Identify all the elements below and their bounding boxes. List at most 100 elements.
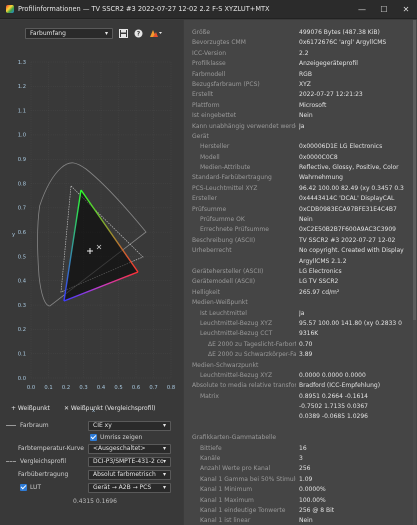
- properties-scrollbar[interactable]: [413, 20, 416, 525]
- y-tick-label: 0.3: [18, 303, 26, 309]
- lut-row: LUT Gerät → A2B → PCS ▾: [0, 482, 183, 493]
- property-key: Leuchtmittel-Bezug XYZ: [200, 319, 273, 327]
- property-key: Kann unabhängig verwendet werden: [192, 122, 296, 130]
- lut-select-value: Gerät → A2B → PCS: [93, 484, 152, 491]
- property-row: Kanal 1 Minimum 0.0000%: [184, 485, 417, 495]
- gamut-plot-svg: 0.0 0.1 0.2 0.3 0.4 0.5 0.6 0.7 0.8 0.9 1.0 1.1 1.2 1…: [12, 60, 175, 414]
- property-key: Beschreibung (ASCII): [192, 236, 256, 244]
- property-row: ICC-Version 2.2: [184, 49, 417, 59]
- property-value: Reflective, Glossy, Positive, Color: [299, 164, 399, 172]
- y-tick-label: 0.7: [18, 206, 26, 212]
- property-key: Prüfsumme OK: [200, 216, 245, 224]
- property-value: No copyright. Created with Display: [299, 247, 404, 255]
- property-key: Kanal 1 eindeutige Tonwerte: [200, 506, 286, 514]
- property-row: Leuchtmittel-Bezug CCT 9316K: [184, 329, 417, 339]
- colortemp-select[interactable]: <Ausgeschaltet> ▾: [88, 443, 171, 454]
- view-select[interactable]: Farbumfang ▾: [25, 27, 113, 39]
- lut-checkbox[interactable]: [20, 484, 27, 491]
- gamut-options-icon[interactable]: [149, 29, 163, 38]
- chevron-down-icon: ▾: [104, 29, 108, 37]
- property-row: PCS-Leuchtmittel XYZ 96.42 100.00 82.49 (…: [184, 184, 417, 194]
- property-value: 2.2: [299, 49, 309, 57]
- compare-row: Vergleichsprofil DCI-P3/SMPTE-431-2 colo…: [0, 456, 183, 467]
- property-key: Hersteller: [200, 143, 230, 151]
- property-key: Kanal 1 Minimum: [200, 486, 253, 494]
- compare-select[interactable]: DCI-P3/SMPTE-431-2 colorimetric ▾: [88, 456, 171, 467]
- intent-label: Farbübertragung: [18, 471, 69, 478]
- property-row: Helligkeit 265.97 cd/m²: [184, 288, 417, 298]
- lut-select[interactable]: Gerät → A2B → PCS ▾: [88, 482, 171, 493]
- colorspace-select-value: CIE xy: [93, 422, 112, 429]
- x-tick-label: 0.5: [114, 385, 122, 391]
- property-row: Medien-Schwarzpunkt: [184, 361, 417, 371]
- x-axis-ticks: 0.0 0.1 0.2 0.3 0.4 0.5 0.6 0.7 0.8: [27, 385, 175, 391]
- scrollbar-thumb[interactable]: [413, 20, 416, 320]
- x-tick-label: 0.4: [97, 385, 106, 391]
- profile-properties-panel: Größe 499076 Bytes (487.38 KiB) Bevorzugte…: [184, 20, 417, 525]
- property-value: 0x4443414C 'DCAL' DisplayCAL: [299, 195, 395, 203]
- property-value: LG TV SSCR2: [299, 278, 339, 286]
- intent-select[interactable]: Absolut farbmetrisch ▾: [88, 469, 171, 480]
- property-row: Gerätemodell (ASCII) LG TV SSCR2: [184, 277, 417, 287]
- property-row: Bittiefe 16: [184, 444, 417, 454]
- y-tick-label: 0.2: [18, 327, 26, 333]
- outline-checkbox[interactable]: [90, 434, 97, 441]
- property-key: Leuchtmittel-Bezug XYZ: [200, 371, 273, 379]
- y-tick-label: 0.9: [18, 157, 26, 163]
- property-value: TV SSCR2 #3 2022-07-27 12-02: [299, 236, 396, 244]
- maximize-button[interactable]: ☐: [373, 0, 395, 19]
- property-value: 0xC2E50B2B7F600A9AC3C3909: [299, 226, 396, 234]
- property-key: Größe: [192, 29, 211, 36]
- minimize-button[interactable]: —: [351, 0, 373, 19]
- property-row: 0.0389 -0.0685 1.0296: [184, 412, 417, 422]
- colorspace-select[interactable]: CIE xy ▾: [88, 420, 171, 431]
- property-value: 0xCDB0983ECA97BFE31E4C4B7: [299, 205, 397, 213]
- property-value: ArgyllCMS 2.1.2: [299, 257, 347, 265]
- save-icon[interactable]: [119, 28, 128, 38]
- legend-whitepoint: + Weißpunkt: [11, 405, 50, 412]
- chevron-down-icon: ▾: [162, 445, 166, 452]
- property-value: 9316K: [299, 330, 319, 338]
- property-row: Ersteller 0x4443414C 'DCAL' DisplayCAL: [184, 194, 417, 204]
- property-value: 0.70: [299, 340, 313, 348]
- outline-row: Umriss zeigen: [0, 432, 183, 443]
- property-row: Medien-Attribute Reflective, Glossy, Posi…: [184, 163, 417, 173]
- property-row: Kanal 1 ist linear Nein: [184, 516, 417, 525]
- property-value: 499076 Bytes (487.38 KiB): [299, 29, 380, 36]
- property-key: Anzahl Werte pro Kanal: [200, 465, 271, 473]
- property-row: Leuchtmittel-Bezug XYZ 95.57 100.00 141.8…: [184, 319, 417, 329]
- x-tick-label: 0.2: [62, 385, 70, 391]
- property-key: Prüfsumme: [192, 205, 227, 213]
- property-row: ArgyllCMS 2.1.2: [184, 257, 417, 267]
- x-tick-label: 0.7: [149, 385, 157, 391]
- property-row: Grafikkarten-Gammatabelle: [184, 433, 417, 443]
- help-icon[interactable]: ?: [134, 29, 143, 38]
- property-row: ΔE 2000 zu Schwarzkörper-Farbort3.89: [184, 350, 417, 360]
- property-value: Bradford (ICC-Empfehlung): [299, 382, 381, 390]
- property-key: Grafikkarten-Gammatabelle: [192, 434, 277, 442]
- property-value: 1.09: [299, 475, 313, 483]
- property-key: Gerätemodell (ASCII): [192, 278, 256, 286]
- property-key: Urheberrecht: [192, 247, 232, 255]
- y-tick-label: 0.6: [18, 230, 26, 236]
- property-row: Gerätehersteller (ASCII) LG Electronics: [184, 267, 417, 277]
- title-bar: Profilinformationen — TV SSCR2 #3 2022-0…: [0, 0, 417, 19]
- property-value: 0.0000%: [299, 486, 326, 494]
- close-button[interactable]: ✕: [395, 0, 417, 19]
- chevron-down-icon: ▾: [162, 458, 166, 465]
- property-row: Urheberrecht No copyright. Created with D…: [184, 246, 417, 256]
- property-key: Gerätehersteller (ASCII): [192, 267, 264, 275]
- property-row: Absolute to media relative transform Brad…: [184, 381, 417, 391]
- property-row: Prüfsumme 0xCDB0983ECA97BFE31E4C4B7: [184, 205, 417, 215]
- property-key: Bittiefe: [200, 444, 222, 452]
- property-value: Nein: [299, 216, 313, 224]
- x-tick-label: 0.0: [27, 385, 35, 391]
- property-row: Profilklasse Anzeigegeräteprofil: [184, 59, 417, 69]
- property-key: Medien-Weißpunkt: [192, 299, 248, 307]
- property-key: Plattform: [192, 101, 220, 109]
- gamut-plot: 0.0 0.1 0.2 0.3 0.4 0.5 0.6 0.7 0.8 0.9 1.0 1.1 1.2 1…: [0, 44, 183, 420]
- property-row: Bezugsfarbraum (PCS) XYZ: [184, 80, 417, 90]
- colorspace-row: Farbraum CIE xy ▾: [0, 420, 183, 431]
- chevron-down-icon: ▾: [162, 422, 166, 429]
- property-key: Ist eingebettet: [192, 112, 237, 120]
